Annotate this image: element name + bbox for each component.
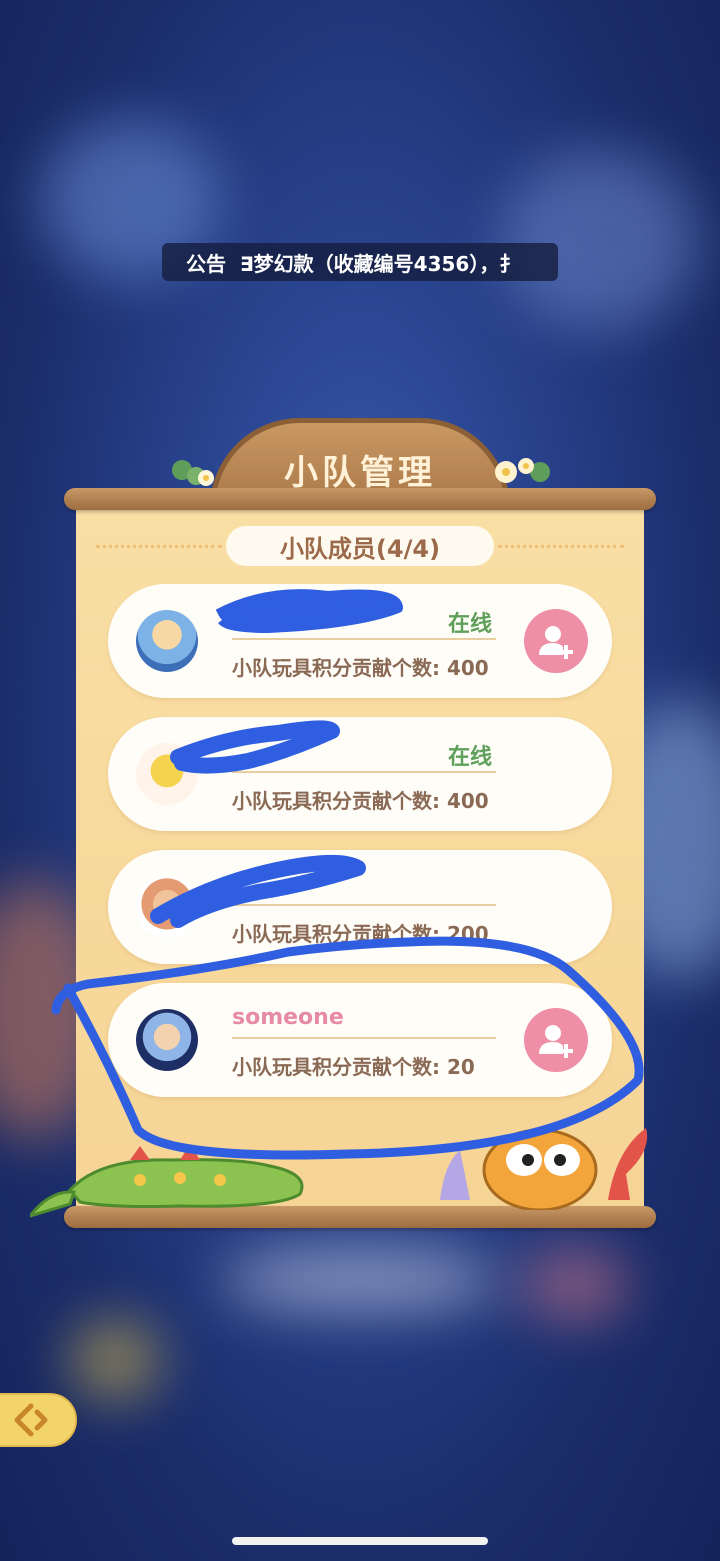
home-indicator[interactable]	[232, 1537, 488, 1545]
avatar[interactable]	[136, 610, 198, 672]
section-label: 小队成员(4/4)	[226, 526, 494, 566]
announcement-tag: 公告	[186, 251, 226, 276]
add-friend-button[interactable]	[524, 609, 588, 673]
contribution-score: 小队玩具积分贡献个数: 400	[232, 789, 489, 813]
add-friend-icon	[539, 626, 573, 659]
divider	[498, 545, 624, 550]
announcement-bar: 公告 ∃梦幻款（收藏编号4356），扌	[162, 243, 558, 281]
announcement-message: ∃梦幻款（收藏编号4356），扌	[240, 251, 520, 276]
back-arrow-icon	[14, 1403, 47, 1437]
member-row[interactable]: 在线 小队玩具积分贡献个数: 400	[108, 584, 612, 698]
highlight-circle-annotation	[51, 936, 644, 1160]
flower-left-decoration	[172, 460, 214, 486]
divider	[96, 545, 222, 550]
section-header: 小队成员(4/4)	[76, 526, 644, 566]
online-status: 在线	[448, 745, 493, 770]
flower-right-decoration	[495, 458, 550, 483]
redaction-scribble	[215, 589, 403, 633]
contribution-score: 小队玩具积分贡献个数: 400	[232, 656, 489, 680]
member-row[interactable]: 在线 小队玩具积分贡献个数: 400	[108, 717, 612, 831]
panel-title: 小队管理	[284, 453, 436, 493]
online-status: 在线	[448, 612, 493, 637]
redaction-scribble	[170, 720, 340, 774]
divider	[232, 638, 496, 640]
redaction-scribble	[150, 854, 366, 928]
top-rod	[64, 488, 656, 510]
side-back-button[interactable]	[0, 1393, 77, 1447]
